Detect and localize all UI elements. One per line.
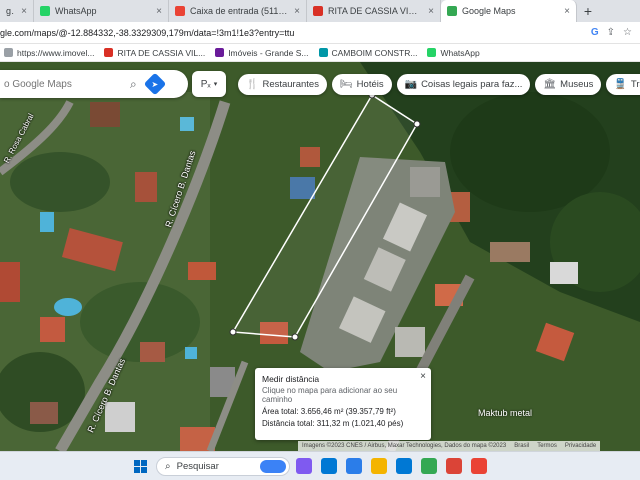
taskbar-apps [296,458,487,474]
privacy-link[interactable]: Privacidade [565,443,596,449]
windows-taskbar: ⌕ Pesquisar [0,451,640,480]
imagery-credit: Imagens ©2023 CNES / Airbus, Maxar Techn… [302,443,507,449]
chrome-icon[interactable] [421,458,437,474]
tab-rita-label: RITA DE CASSIA VILLA OLIVEIRA [328,6,423,16]
site-icon [318,48,328,57]
bookmark-label: Imóveis - Grande S... [228,47,309,58]
chrome-profile-icon[interactable] [446,458,462,474]
gmail-icon [175,6,185,16]
google-maps-icon [447,6,457,16]
tab-gmail-label: Caixa de entrada (511) - villa [190,6,288,16]
close-icon[interactable]: × [564,6,570,17]
chip-label: Museus [560,79,594,90]
widgets-icon[interactable] [296,458,312,474]
pdf-icon [313,6,323,16]
map-attribution: Imagens ©2023 CNES / Airbus, Maxar Techn… [298,441,601,451]
tab-whatsapp[interactable]: WhatsApp × [34,0,169,22]
url-field[interactable]: gle.com/maps/@-12.884332,-38.3329309,179… [0,28,583,38]
chrome-profile-icon[interactable] [471,458,487,474]
bookmark-camboim[interactable]: CAMBOIM CONSTR... [318,47,418,58]
globe-icon [4,48,13,57]
chip-label: Transporte públ [630,79,640,90]
close-icon[interactable]: × [420,371,426,382]
category-chips: 🍴 Restaurantes 🛏 Hotéis 📷 Coisas legais … [238,74,640,95]
tab-1[interactable]: gle.com/a × [0,0,34,22]
address-bar-actions: G ⇪ ☆ [583,27,640,38]
bookmark-label: CAMBOIM CONSTR... [331,47,418,58]
tab-rita[interactable]: RITA DE CASSIA VILLA OLIVEIRA × [307,0,441,22]
chip-restaurantes[interactable]: 🍴 Restaurantes [238,74,327,95]
close-icon[interactable]: × [294,6,300,17]
bookmark-label: RITA DE CASSIA VIL... [117,47,206,58]
whatsapp-icon [427,48,437,57]
google-lens-icon[interactable]: G [591,27,599,38]
country-link[interactable]: Brasil [514,443,529,449]
measure-distance-panel: Medir distância Clique no mapa para adic… [255,368,431,440]
bookmark-imovel[interactable]: https://www.imovel... [4,48,94,58]
bookmark-star-icon[interactable]: ☆ [623,27,632,38]
place-label[interactable]: Maktub metal [478,408,532,418]
close-icon[interactable]: × [428,6,434,17]
search-highlight-icon [260,460,286,473]
close-icon[interactable]: × [156,6,162,17]
museum-icon: 🏛 [543,79,557,90]
chip-coisas-legais[interactable]: 📷 Coisas legais para faz... [396,74,531,95]
chevron-down-icon: ▾ [213,81,218,88]
tab-whatsapp-label: WhatsApp [55,6,97,16]
close-icon[interactable]: × [21,6,27,17]
bookmark-label: WhatsApp [440,47,480,58]
terms-link[interactable]: Termos [537,443,557,449]
chip-label: Hotéis [356,79,384,90]
layers-label: Pₓ [200,78,211,90]
site-icon [215,48,225,57]
file-explorer-icon[interactable] [371,458,387,474]
tab-strip: gle.com/a × WhatsApp × Caixa de entrada … [0,0,640,22]
measure-hint: Clique no mapa para adicionar ao seu cam… [262,386,398,404]
tab-gmail[interactable]: Caixa de entrada (511) - villa × [169,0,307,22]
search-icon: ⌕ [165,461,171,472]
bookmark-label: https://www.imovel... [17,47,95,58]
measure-area: Área total: 3.656,46 m² (39.357,79 ft²) [262,407,396,416]
chip-label: Restaurantes [262,79,319,90]
fork-knife-icon: 🍴 [246,79,259,90]
tab-google-maps[interactable]: Google Maps × [441,0,577,22]
whatsapp-icon [40,6,50,16]
chip-label: Coisas legais para faz... [421,79,523,90]
task-view-icon[interactable] [321,458,337,474]
windows-start-icon[interactable] [134,460,147,473]
edge-icon[interactable] [396,458,412,474]
new-tab-button[interactable]: + [577,0,599,22]
chip-museus[interactable]: 🏛 Museus [535,74,602,95]
pdf-icon [104,48,114,57]
tab-google-maps-label: Google Maps [462,6,516,16]
bookmarks-bar: https://www.imovel... RITA DE CASSIA VIL… [0,44,640,62]
taskbar-search[interactable]: ⌕ Pesquisar [156,457,290,476]
tab-1-label: gle.com/a [6,6,15,16]
chip-transporte[interactable]: 🚆 Transporte públ [606,74,640,95]
directions-icon[interactable]: ➤ [143,72,167,96]
layers-button[interactable]: Pₓ ▾ [192,71,226,97]
chat-icon[interactable] [346,458,362,474]
taskbar-search-label: Pesquisar [176,461,219,472]
maps-search-box: ⌕ ➤ [0,70,188,98]
bookmark-imoveis[interactable]: Imóveis - Grande S... [215,47,309,58]
measure-distance: Distância total: 311,32 m (1.021,40 pés) [262,419,404,428]
camera-icon: 📷 [404,79,418,90]
measure-title: Medir distância [262,374,320,384]
search-icon[interactable]: ⌕ [130,77,137,92]
bookmark-whatsapp[interactable]: WhatsApp [427,47,480,58]
train-icon: 🚆 [614,79,627,90]
bookmark-rita[interactable]: RITA DE CASSIA VIL... [104,48,205,58]
share-icon[interactable]: ⇪ [607,27,615,38]
satellite-map[interactable]: ⌕ ➤ Pₓ ▾ 🍴 Restaurantes 🛏 Hotéis 📷 Coisa… [0,62,640,451]
bed-icon: 🛏 [339,79,353,90]
search-input[interactable] [4,78,124,90]
address-bar: gle.com/maps/@-12.884332,-38.3329309,179… [0,22,640,44]
chip-hoteis[interactable]: 🛏 Hotéis [331,74,392,95]
